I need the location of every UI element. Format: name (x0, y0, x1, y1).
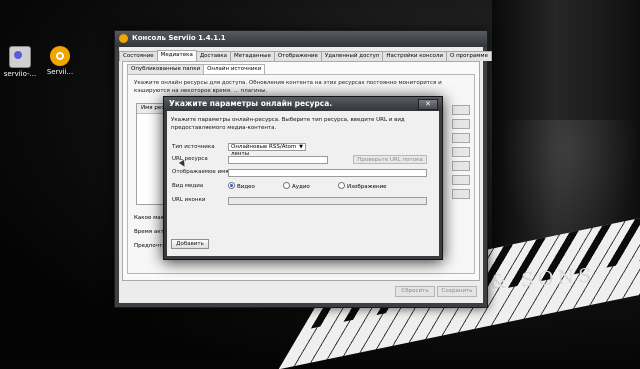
radio-dot (338, 182, 345, 189)
dialog-client-area: Укажите параметры онлайн-ресурса. Выбери… (167, 111, 439, 256)
display-name-input[interactable] (228, 169, 427, 177)
source-type-label: Тип источника (172, 144, 215, 150)
subtab-shared-folders[interactable]: Опубликованные папки (127, 64, 205, 74)
icon-url-input[interactable] (228, 197, 427, 205)
window-titlebar[interactable]: Консоль Serviio 1.4.1.1 (115, 31, 487, 47)
desktop-icon-serviio-app[interactable]: Servii... (40, 46, 80, 76)
media-type-label: Вид медиа (172, 183, 204, 189)
window-title: Консоль Serviio 1.4.1.1 (132, 34, 226, 42)
radio-image[interactable]: Изображение (338, 182, 387, 190)
chevron-down-icon: ▼ (299, 144, 303, 150)
close-icon[interactable]: ✕ (418, 99, 438, 110)
radio-dot (283, 182, 290, 189)
serviio-script-icon (9, 46, 31, 68)
tab-metadata[interactable]: Метаданные (230, 51, 275, 61)
tab-console-settings[interactable]: Настройки консоли (382, 51, 447, 61)
online-source-dialog: Укажите параметры онлайн ресурса. ✕ Укаж… (163, 96, 443, 260)
serviio-app-icon (119, 34, 128, 43)
url-input[interactable] (228, 156, 328, 164)
side-button-5[interactable] (452, 161, 470, 171)
library-subtabs: Опубликованные папки Онлайн источники (127, 64, 266, 74)
side-button-7[interactable] (452, 189, 470, 199)
check-url-button[interactable]: Проверьте URL потока (353, 155, 427, 164)
radio-image-label: Изображение (347, 184, 387, 190)
url-label: URL ресурса (172, 156, 208, 162)
dialog-titlebar[interactable]: Укажите параметры онлайн ресурса. ✕ (164, 97, 442, 111)
source-type-select[interactable]: Онлайновые RSS/Atom ленты ▼ (228, 143, 306, 157)
online-sources-description: Укажите онлайн ресурсы для доступа. Обно… (134, 80, 442, 94)
side-button-2[interactable] (452, 119, 470, 129)
radio-dot (228, 182, 235, 189)
radio-video[interactable]: Видео (228, 182, 255, 190)
side-button-4[interactable] (452, 147, 470, 157)
tab-status[interactable]: Состояние (119, 51, 158, 61)
main-tabs: Состояние Медиатека Доставка Метаданные Отоб… (119, 50, 492, 61)
tab-delivery[interactable]: Доставка (195, 51, 232, 61)
desktop-icon-label: serviio-... (3, 70, 37, 78)
desktop-icon-label: Servii... (46, 68, 74, 76)
icon-url-label: URL иконки (172, 197, 206, 203)
serviio-app-icon (50, 46, 70, 66)
dialog-description: Укажите параметры онлайн-ресурса. Выбери… (171, 117, 405, 131)
tab-remote-access[interactable]: Удаленный доступ (320, 51, 384, 61)
side-button-1[interactable] (452, 105, 470, 115)
add-button[interactable]: Добавить (171, 239, 209, 249)
subtab-online-sources[interactable]: Онлайн источники (203, 64, 266, 74)
reset-button[interactable]: Сбросить (395, 286, 435, 297)
radio-video-label: Видео (237, 184, 255, 190)
radio-audio[interactable]: Аудио (283, 182, 310, 190)
tab-library[interactable]: Медиатека (156, 50, 197, 61)
side-button-6[interactable] (452, 175, 470, 185)
display-name-label: Отображаемое имя (172, 169, 229, 175)
tab-about[interactable]: О программе (446, 51, 492, 61)
radio-audio-label: Аудио (292, 184, 310, 190)
save-button[interactable]: Сохранить (437, 286, 477, 297)
desktop-icon-serviio-script[interactable]: serviio-... (0, 46, 40, 78)
dialog-title: Укажите параметры онлайн ресурса. (169, 99, 333, 108)
tab-presentation[interactable]: Отображение (273, 51, 322, 61)
side-button-3[interactable] (452, 133, 470, 143)
